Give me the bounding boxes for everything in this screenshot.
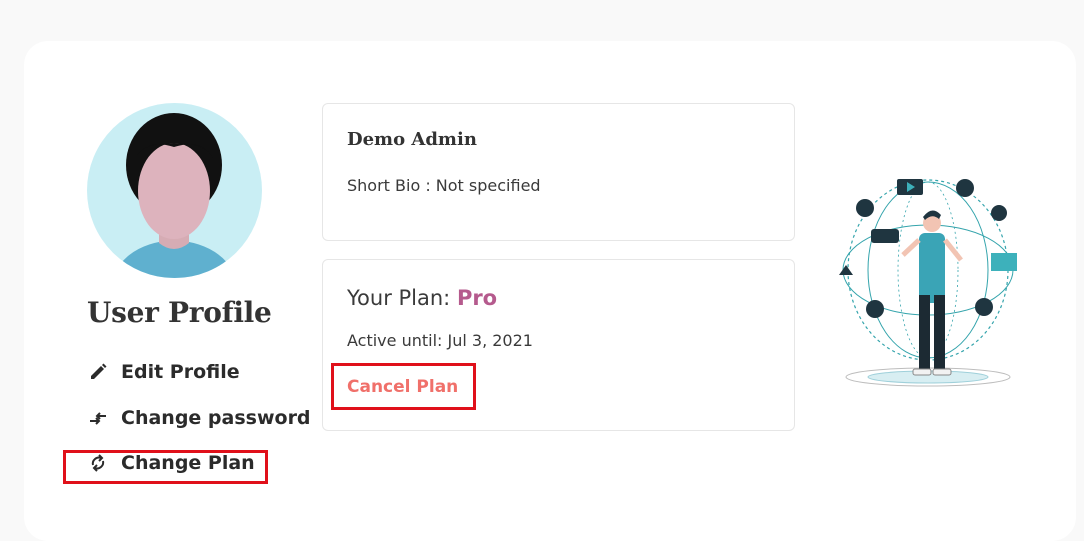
avatar — [87, 103, 262, 278]
plan-active-until: Active until: Jul 3, 2021 — [347, 331, 533, 350]
user-bio: Short Bio : Not specified — [347, 176, 541, 195]
swap-arrows-icon — [87, 407, 109, 429]
avatar-illustration — [112, 113, 237, 278]
change-password-label: Change password — [121, 407, 311, 429]
edit-profile-link[interactable]: Edit Profile — [87, 361, 240, 383]
highlight-box-change-plan — [63, 450, 268, 484]
change-password-link[interactable]: Change password — [87, 407, 311, 429]
profile-info-panel: Demo Admin Short Bio : Not specified — [322, 103, 795, 241]
edit-profile-label: Edit Profile — [121, 361, 240, 383]
plan-heading: Your Plan: Pro — [347, 286, 497, 310]
page-title: User Profile — [87, 296, 272, 329]
pencil-icon — [87, 361, 109, 383]
social-network-illustration — [833, 165, 1023, 390]
highlight-box-cancel-plan — [331, 363, 476, 410]
plan-name: Pro — [456, 286, 498, 310]
plan-label: Your Plan: — [347, 286, 457, 310]
user-name: Demo Admin — [347, 129, 477, 150]
